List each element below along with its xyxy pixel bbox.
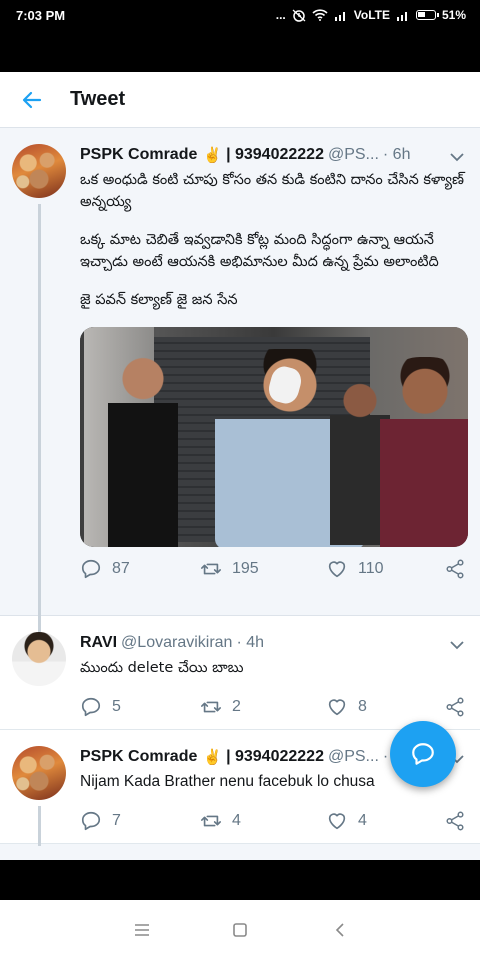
victory-hand-emoji: ✌ <box>203 147 223 164</box>
share-icon <box>446 697 464 717</box>
battery-fill <box>417 12 425 17</box>
thread-line <box>38 616 41 632</box>
back-button[interactable] <box>4 72 60 128</box>
network-label: VoLTE <box>353 8 390 22</box>
share-icon <box>446 811 464 831</box>
alarm-icon <box>292 9 306 22</box>
app-header: Tweet <box>0 72 480 128</box>
page-title: Tweet <box>70 88 126 110</box>
retweet-count: 4 <box>232 812 241 829</box>
tweet-time: · 6h <box>382 146 411 163</box>
reply-tweet[interactable]: RAVI @Lovaravikiran · 4h ముందు delete చే… <box>0 616 480 730</box>
tweet-text: ముందు delete చేయి బాబు <box>80 660 244 676</box>
like-count: 110 <box>358 560 384 577</box>
tweet-header: PSPK Comrade ✌ | 9394022222 @PS... · 6h <box>80 144 466 166</box>
tweet-time: · 4h <box>236 634 265 651</box>
signal-icon <box>334 12 345 21</box>
avatar[interactable] <box>12 746 66 800</box>
reply-count: 87 <box>112 560 130 577</box>
retweet-icon <box>201 563 221 575</box>
retweet-button[interactable]: 195 <box>200 558 259 580</box>
display-name-suffix: | 9394022222 <box>226 146 324 163</box>
status-icons: ... VoLTE 51% <box>276 8 466 22</box>
avatar[interactable] <box>12 144 66 198</box>
reply-count: 7 <box>112 812 121 829</box>
user-handle[interactable]: @PS... <box>328 748 379 766</box>
home-button[interactable] <box>228 918 252 942</box>
retweet-button[interactable]: 4 <box>200 810 241 832</box>
system-back-button[interactable] <box>328 918 352 942</box>
reply-bubble-icon <box>81 559 101 579</box>
tweet-header: RAVI @Lovaravikiran · 4h <box>80 632 466 654</box>
reply-bubble-icon <box>81 811 101 831</box>
reply-button[interactable]: 87 <box>80 558 130 580</box>
retweet-button[interactable]: 2 <box>200 696 241 718</box>
reply-bubble-icon <box>81 697 101 717</box>
reply-button[interactable]: 7 <box>80 810 121 832</box>
share-icon <box>446 559 464 579</box>
tweet-photo[interactable] <box>80 327 468 547</box>
chevron-down-icon[interactable] <box>448 636 466 654</box>
menu-icon <box>135 924 149 936</box>
signal-icon-2 <box>396 12 407 21</box>
back-icon <box>335 923 344 937</box>
display-name[interactable]: PSPK Comrade <box>80 748 197 766</box>
tweet-actions: 87 195 110 <box>80 551 466 587</box>
display-name[interactable]: PSPK Comrade <box>80 146 197 164</box>
heart-icon <box>328 699 346 716</box>
tweet-paragraph: ఒక్క మాట చెబితే ఇవ్వడానికి కోట్ల మంది సి… <box>80 232 439 270</box>
menu-button[interactable] <box>130 918 154 942</box>
tweet-actions: 5 2 8 <box>80 689 466 725</box>
user-handle[interactable]: @Lovaravikiran <box>121 634 232 652</box>
tweet-paragraph: జై పవన్ కల్యాణ్ జై జన సేన <box>80 292 238 308</box>
heart-icon <box>328 561 346 578</box>
share-button[interactable] <box>444 558 466 580</box>
retweet-icon <box>201 815 221 827</box>
system-nav-bar <box>0 900 480 960</box>
heart-icon <box>328 813 346 830</box>
status-bar: 7:03 PM ... VoLTE 51% <box>0 0 480 72</box>
reply-compose-button[interactable] <box>390 721 456 787</box>
avatar[interactable] <box>12 632 66 686</box>
share-button[interactable] <box>444 696 466 718</box>
battery-icon <box>415 10 439 20</box>
like-count: 4 <box>358 812 367 829</box>
like-count: 8 <box>358 698 367 715</box>
tweet-actions: 7 4 4 <box>80 803 466 839</box>
reply-button[interactable]: 5 <box>80 696 121 718</box>
wifi-icon <box>312 9 328 21</box>
user-handle[interactable]: @PS... <box>328 146 379 164</box>
arrow-left-icon <box>22 91 42 108</box>
like-button[interactable]: 4 <box>326 810 367 832</box>
battery-percent: 51% <box>441 8 466 22</box>
thread-line <box>38 806 41 846</box>
retweet-icon <box>201 701 221 713</box>
compose-reply-icon <box>412 743 434 765</box>
like-button[interactable]: 110 <box>326 558 384 580</box>
display-name-suffix: | 9394022222 <box>226 748 324 765</box>
home-icon <box>233 923 247 937</box>
bottom-spacer <box>0 860 480 900</box>
notification-dots: ... <box>275 8 286 22</box>
main-tweet[interactable]: PSPK Comrade ✌ | 9394022222 @PS... · 6h … <box>0 128 480 624</box>
tweet-paragraph: ఒక అంధుడి కంటి చూపు కోసం తన కుడి కంటిని … <box>80 172 465 210</box>
retweet-count: 2 <box>232 698 241 715</box>
status-time: 7:03 PM <box>16 8 66 23</box>
thread-line <box>38 204 41 624</box>
victory-hand-emoji: ✌ <box>203 749 223 766</box>
tweet-text: ఒక అంధుడి కంటి చూపు కోసం తన కుడి కంటిని … <box>80 169 466 311</box>
share-button[interactable] <box>444 810 466 832</box>
chevron-down-icon[interactable] <box>448 148 466 166</box>
display-name[interactable]: RAVI <box>80 634 117 652</box>
like-button[interactable]: 8 <box>326 696 367 718</box>
retweet-count: 195 <box>232 560 259 577</box>
reply-count: 5 <box>112 698 121 715</box>
